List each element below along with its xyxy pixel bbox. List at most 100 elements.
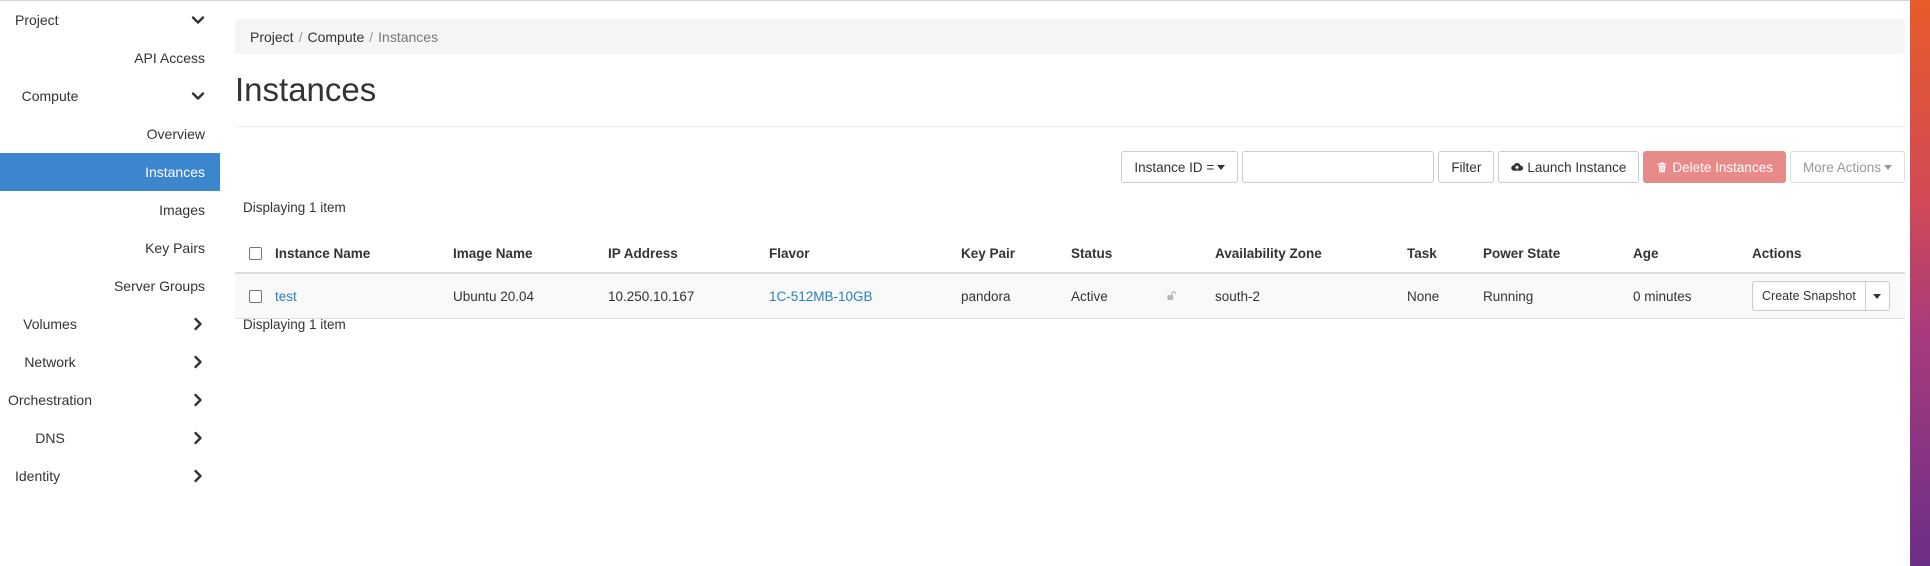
sidebar-item-label: Compute: [21, 88, 79, 104]
breadcrumb-instances: Instances: [378, 28, 439, 45]
header-instance-name[interactable]: Instance Name: [275, 234, 453, 274]
cell-key-pair: pandora: [961, 273, 1071, 319]
caret-down-icon: [1873, 293, 1882, 299]
breadcrumb-separator: /: [369, 28, 374, 45]
sidebar-item-api-access[interactable]: API Access: [0, 39, 220, 77]
more-actions-label: More Actions: [1802, 159, 1881, 175]
window-edge-gradient: [1910, 0, 1930, 566]
caret-down-icon: [1217, 164, 1226, 170]
header-image-name[interactable]: Image Name: [453, 234, 608, 274]
header-power-state[interactable]: Power State: [1483, 234, 1633, 274]
caret-down-icon: [1884, 164, 1892, 170]
chevron-right-icon: [187, 427, 209, 449]
page-title: Instances: [235, 71, 377, 108]
cell-instance-name: test: [275, 273, 453, 319]
sidebar-item-label: Overview: [146, 126, 205, 142]
chevron-down-icon: [187, 9, 209, 31]
launch-instance-label: Launch Instance: [1527, 159, 1627, 175]
sidebar-item-label: API Access: [134, 50, 205, 66]
sidebar-item-network[interactable]: Network: [0, 343, 220, 381]
item-count-top: Displaying 1 item: [243, 200, 346, 215]
cell-status: Active: [1071, 273, 1163, 319]
title-divider: [235, 126, 1905, 128]
sidebar-item-label: Server Groups: [113, 278, 205, 294]
filter-button-label: Filter: [1451, 159, 1482, 175]
more-actions-button[interactable]: More Actions: [1789, 151, 1905, 183]
delete-instances-button[interactable]: Delete Instances: [1643, 151, 1786, 183]
sidebar-item-project[interactable]: Project: [0, 1, 220, 39]
sidebar-item-label: Identity: [15, 468, 61, 484]
create-snapshot-button[interactable]: Create Snapshot: [1752, 281, 1866, 311]
sidebar-item-key-pairs[interactable]: Key Pairs: [0, 229, 220, 267]
unlock-icon: [1163, 290, 1179, 301]
sidebar-item-label: Images: [159, 202, 205, 218]
sidebar-item-dns[interactable]: DNS: [0, 419, 220, 457]
row-select-cell: [235, 273, 275, 319]
breadcrumb-project[interactable]: Project: [250, 29, 294, 45]
sidebar-item-label: DNS: [35, 430, 65, 446]
header-select-all: [235, 234, 275, 274]
breadcrumb: Project / Compute / Instances: [235, 19, 1905, 54]
sidebar-item-label: Network: [24, 354, 76, 370]
chevron-right-icon: [187, 351, 209, 373]
top-border: [0, 0, 1910, 1]
breadcrumb-compute[interactable]: Compute: [307, 29, 364, 45]
chevron-right-icon: [187, 389, 209, 411]
flavor-link[interactable]: 1C-512MB-10GB: [769, 289, 873, 304]
row-checkbox[interactable]: [249, 290, 262, 304]
sidebar-item-volumes[interactable]: Volumes: [0, 305, 220, 343]
sidebar-item-server-groups[interactable]: Server Groups: [0, 267, 220, 305]
select-all-checkbox[interactable]: [249, 247, 262, 261]
filter-button[interactable]: Filter: [1438, 151, 1495, 183]
cell-availability-zone: south-2: [1215, 273, 1407, 319]
table-header-row: Instance Name Image Name IP Address Flav…: [235, 234, 1905, 274]
row-actions-dropdown-toggle[interactable]: [1865, 281, 1890, 311]
header-key-pair[interactable]: Key Pair: [961, 234, 1071, 274]
cell-status-lock: [1163, 273, 1215, 319]
instances-table: Instance Name Image Name IP Address Flav…: [235, 234, 1905, 319]
cell-image-name: Ubuntu 20.04: [453, 273, 608, 319]
cell-actions: Create Snapshot: [1752, 273, 1905, 319]
sidebar-item-label: Instances: [145, 164, 205, 180]
table-row: test Ubuntu 20.04 10.250.10.167 1C-512MB…: [235, 273, 1905, 319]
header-ip-address[interactable]: IP Address: [608, 234, 769, 274]
sidebar-item-label: Volumes: [23, 316, 77, 332]
cell-flavor: 1C-512MB-10GB: [769, 273, 961, 319]
chevron-right-icon: [187, 465, 209, 487]
sidebar-item-images[interactable]: Images: [0, 191, 220, 229]
chevron-down-icon: [187, 85, 209, 107]
cell-power-state: Running: [1483, 273, 1633, 319]
cloud-upload-icon: [1511, 161, 1524, 173]
breadcrumb-separator: /: [298, 28, 303, 45]
delete-instances-label: Delete Instances: [1672, 159, 1773, 175]
header-age[interactable]: Age: [1633, 234, 1752, 274]
filter-field-dropdown[interactable]: Instance ID =: [1121, 151, 1239, 183]
chevron-right-icon: [187, 313, 209, 335]
sidebar-item-overview[interactable]: Overview: [0, 115, 220, 153]
header-status[interactable]: Status: [1071, 234, 1163, 274]
header-task[interactable]: Task: [1407, 234, 1483, 274]
launch-instance-button[interactable]: Launch Instance: [1498, 151, 1640, 183]
sidebar-item-label: Orchestration: [7, 392, 93, 408]
sidebar-item-orchestration[interactable]: Orchestration: [0, 381, 220, 419]
sidebar-item-identity[interactable]: Identity: [0, 457, 220, 495]
sidebar-item-label: Key Pairs: [145, 240, 205, 256]
cell-age: 0 minutes: [1633, 273, 1752, 319]
table-actions: Instance ID = Filter Launch Instance Del…: [1121, 151, 1905, 183]
instance-name-link[interactable]: test: [275, 289, 297, 304]
header-availability-zone[interactable]: Availability Zone: [1215, 234, 1407, 274]
sidebar-item-instances[interactable]: Instances: [0, 153, 220, 191]
sidebar-item-compute[interactable]: Compute: [0, 77, 220, 115]
item-count-bottom: Displaying 1 item: [243, 317, 346, 332]
main-content: Project / Compute / Instances Instances …: [235, 19, 1905, 332]
cell-task: None: [1407, 273, 1483, 319]
sidebar: Project API Access Compute Overview Inst…: [0, 1, 220, 495]
cell-ip-address: 10.250.10.167: [608, 273, 769, 319]
header-actions: Actions: [1752, 234, 1905, 274]
filter-input[interactable]: [1242, 151, 1435, 183]
sidebar-item-label: Project: [15, 12, 59, 28]
header-flavor[interactable]: Flavor: [769, 234, 961, 274]
row-actions-split-button: Create Snapshot: [1752, 281, 1890, 311]
header-status-lock: [1163, 234, 1215, 274]
trash-icon: [1656, 161, 1668, 173]
